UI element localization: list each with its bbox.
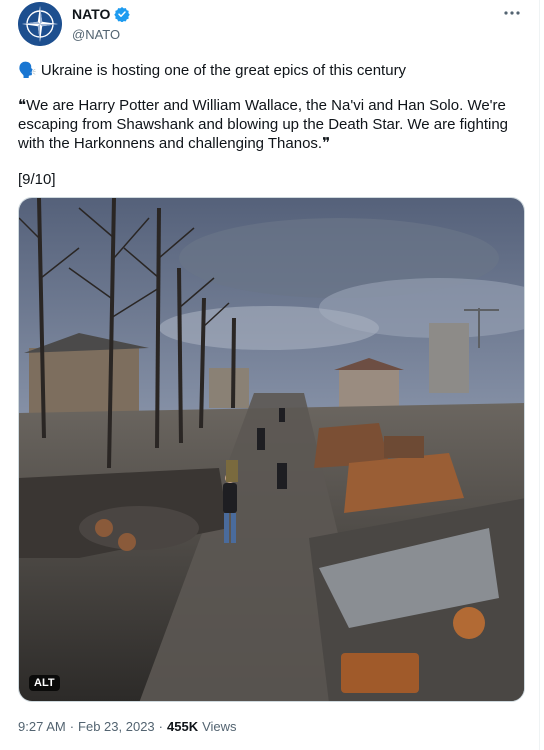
- tweet-text-line-1: 🗣️ Ukraine is hosting one of the great e…: [18, 61, 406, 80]
- tweet-card[interactable]: NATO @NATO 🗣️ Ukraine is hosting one of …: [0, 0, 540, 750]
- speaking-head-emoji: 🗣️: [18, 62, 37, 79]
- alt-text-badge[interactable]: ALT: [29, 675, 60, 691]
- tweet-photo[interactable]: ALT: [18, 197, 525, 702]
- war-damaged-street-photo: [19, 198, 524, 701]
- author-name-row[interactable]: NATO: [72, 6, 131, 22]
- tweet-headline: Ukraine is hosting one of the great epic…: [40, 62, 407, 79]
- views-label: Views: [202, 719, 237, 734]
- thread-counter: [9/10]: [18, 171, 56, 188]
- author-handle[interactable]: @NATO: [72, 27, 120, 42]
- verified-badge-icon: [114, 7, 131, 22]
- avatar[interactable]: [18, 2, 62, 46]
- views-count: 455K: [167, 719, 199, 734]
- tweet-quote-line-1: ❝We are Harry Potter and William Wallace…: [18, 97, 506, 114]
- tweet-quote-line-2: escaping from Shawshank and blowing up t…: [18, 116, 509, 133]
- tweet-date[interactable]: Feb 23, 2023: [78, 719, 155, 734]
- meta-separator-2: ·: [158, 719, 164, 734]
- more-dots-icon[interactable]: [503, 4, 521, 27]
- tweet-metadata: 9:27 AM · Feb 23, 2023 · 455K Views: [18, 719, 237, 734]
- meta-separator: ·: [69, 719, 75, 734]
- tweet-quote-line-3: with the Harkonnens and challenging Than…: [18, 135, 331, 152]
- nato-logo-icon: [18, 2, 62, 46]
- author-name[interactable]: NATO: [72, 6, 110, 22]
- tweet-time[interactable]: 9:27 AM: [18, 719, 66, 734]
